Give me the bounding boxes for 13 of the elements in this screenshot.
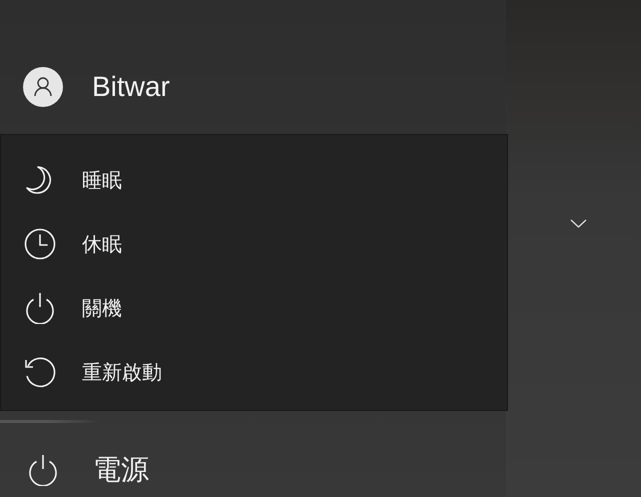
person-icon: [34, 77, 52, 97]
clock-icon: [24, 228, 56, 260]
power-icon: [27, 454, 59, 486]
menu-item[interactable]: 休眠: [1, 212, 507, 276]
menu-item[interactable]: 關機: [1, 276, 507, 340]
user-name[interactable]: Bitwar: [92, 71, 170, 103]
menu-item[interactable]: 重新啟動: [1, 340, 507, 404]
restart-icon: [24, 356, 56, 388]
menu-item[interactable]: 睡眠: [1, 148, 507, 212]
power-icon: [24, 292, 56, 324]
power-button[interactable]: 電源: [0, 450, 506, 490]
avatar[interactable]: [23, 67, 63, 107]
chevron-down-icon[interactable]: [570, 219, 587, 228]
